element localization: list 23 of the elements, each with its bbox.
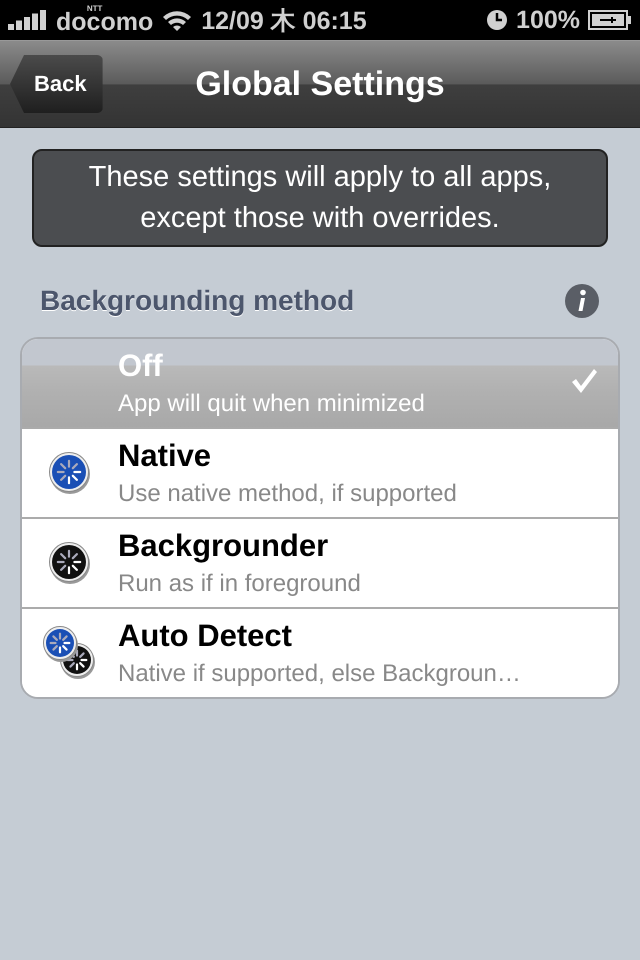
back-button[interactable]: Back: [10, 55, 103, 113]
option-subtitle: Run as if in foreground: [118, 570, 361, 598]
option-title: Native: [118, 438, 212, 474]
carrier-name: docomo: [56, 10, 154, 35]
battery-percent: 100%: [516, 6, 580, 34]
clock-time: 12/09 木 06:15: [201, 6, 367, 36]
signal-icon: [8, 10, 48, 30]
alarm-clock-icon: [486, 9, 508, 31]
double-spinner-icon: [42, 625, 98, 681]
option-subtitle: Use native method, if supported: [118, 480, 457, 508]
option-row[interactable]: Auto Detect Native if supported, else Backgroun…: [22, 607, 618, 697]
notice-box: These settings will apply to all apps, except those with overrides.: [32, 149, 608, 247]
carrier-prefix: NTT: [86, 5, 102, 13]
option-title: Auto Detect: [118, 618, 293, 654]
option-title: Off: [118, 348, 164, 384]
info-icon[interactable]: [564, 283, 600, 319]
nav-title: Global Settings: [195, 64, 445, 104]
option-title: Backgrounder: [118, 528, 330, 564]
option-subtitle: App will quit when minimized: [118, 390, 425, 418]
battery-charging-icon: [588, 9, 632, 31]
checkmark-icon: [570, 367, 598, 395]
option-subtitle: Native if supported, else Backgroun…: [118, 660, 521, 688]
section-header: Backgrounding method: [40, 285, 354, 317]
